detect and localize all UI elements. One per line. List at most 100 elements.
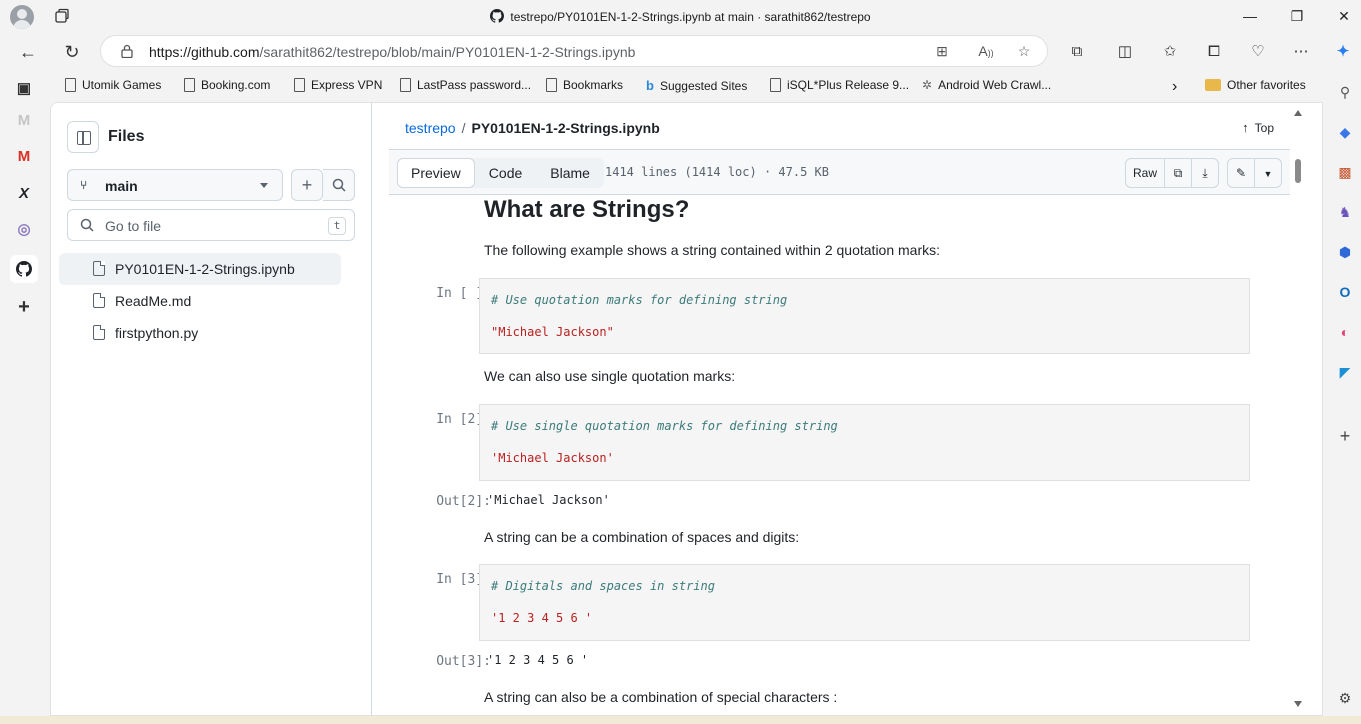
- pencil-icon: ✎: [1235, 166, 1247, 180]
- lock-icon[interactable]: [121, 44, 133, 58]
- cell-output-prompt: Out[2]:: [436, 494, 491, 509]
- code-string: 'Michael Jackson': [491, 451, 614, 465]
- settings-gear-icon[interactable]: ⚙: [1335, 688, 1355, 708]
- breadcrumb-file: PY0101EN-1-2-Strings.ipynb: [471, 120, 660, 136]
- split-screen-icon[interactable]: ◫: [1115, 42, 1135, 62]
- bookmark-label: Android Web Crawl...: [938, 78, 1052, 92]
- bookmark-item[interactable]: Booking.com: [184, 78, 270, 92]
- github-tab-icon[interactable]: [10, 255, 38, 283]
- close-window-button[interactable]: ✕: [1334, 6, 1354, 26]
- raw-button[interactable]: Raw: [1125, 158, 1165, 188]
- go-to-file-input[interactable]: Go to file t: [67, 209, 355, 241]
- bookmarks-overflow-chevron-icon[interactable]: ›: [1172, 78, 1177, 96]
- file-tree-sidebar: Files ⑂ main + Go to file t PY0101EN-1-2…: [51, 103, 372, 715]
- scroll-down-arrow-icon[interactable]: [1294, 701, 1302, 707]
- add-file-button[interactable]: +: [291, 169, 323, 201]
- bing-icon: b: [646, 78, 654, 93]
- bookmark-label: LastPass password...: [417, 78, 532, 92]
- crawler-icon: ✲: [922, 78, 933, 92]
- tools-icon[interactable]: ▩: [1335, 162, 1355, 182]
- page-icon: [65, 78, 76, 92]
- search-files-button[interactable]: [323, 169, 355, 201]
- designer-icon[interactable]: ◐: [1335, 322, 1355, 342]
- file-header: Preview Code Blame 1414 lines (1414 loc)…: [389, 149, 1290, 195]
- search-icon[interactable]: ⚲: [1335, 82, 1355, 102]
- file-name: firstpython.py: [115, 325, 199, 341]
- bookmark-item[interactable]: Bookmarks: [546, 78, 623, 92]
- gmail-icon[interactable]: M: [13, 146, 35, 168]
- markdown-paragraph: A string can also be a combination of sp…: [484, 689, 838, 705]
- file-tree-item[interactable]: ReadMe.md: [59, 285, 341, 317]
- bookmark-label: Bookmarks: [563, 78, 624, 92]
- bookmark-label: iSQL*Plus Release 9...: [787, 78, 910, 92]
- file-tree-item[interactable]: firstpython.py: [59, 317, 341, 349]
- search-icon: [332, 178, 346, 192]
- collections-icon[interactable]: ⧠: [1204, 42, 1224, 62]
- add-sidebar-app-icon[interactable]: +: [1335, 426, 1355, 446]
- branch-selector[interactable]: ⑂ main: [67, 169, 283, 201]
- app-available-icon[interactable]: ⊞: [933, 43, 951, 61]
- page-scrollbar[interactable]: [1291, 103, 1311, 715]
- bookmark-item[interactable]: Utomik Games: [65, 78, 161, 92]
- tab-strip-icon[interactable]: ▣: [13, 78, 35, 100]
- cell-output-prompt: Out[3]:: [436, 654, 491, 669]
- scrollbar-thumb[interactable]: [1295, 159, 1301, 183]
- read-aloud-icon[interactable]: A)): [977, 43, 995, 61]
- restore-button[interactable]: ❐: [1287, 6, 1307, 26]
- bookmark-folder[interactable]: Other favorites: [1205, 78, 1306, 92]
- bookmark-label: Utomik Games: [82, 78, 162, 92]
- favorites-icon[interactable]: ✩: [1160, 42, 1180, 62]
- shopping-tag-icon[interactable]: ◆: [1335, 122, 1355, 142]
- tab-preview[interactable]: Preview: [397, 158, 475, 188]
- breadcrumb-repo-link[interactable]: testrepo: [405, 120, 456, 136]
- more-menu-icon[interactable]: ⋯: [1291, 42, 1311, 62]
- games-icon[interactable]: ♞: [1335, 202, 1355, 222]
- bookmark-item[interactable]: LastPass password...: [400, 78, 531, 92]
- bookmark-item[interactable]: b Suggested Sites: [646, 78, 747, 93]
- outlook-icon[interactable]: O: [1335, 282, 1355, 302]
- view-mode-switch: Preview Code Blame: [397, 158, 604, 188]
- favorite-star-icon[interactable]: ☆: [1015, 43, 1033, 61]
- refresh-icon[interactable]: ↻: [61, 41, 83, 63]
- github-icon: [16, 261, 32, 277]
- markdown-paragraph: The following example shows a string con…: [484, 242, 941, 258]
- x-twitter-icon[interactable]: X: [13, 183, 35, 205]
- bookmark-item[interactable]: ✲ Android Web Crawl...: [922, 78, 1051, 92]
- send-icon[interactable]: ◤: [1335, 362, 1355, 382]
- copilot-app-icon[interactable]: ⬢: [1335, 242, 1355, 262]
- bookmark-item[interactable]: Express VPN: [294, 78, 382, 92]
- bookmark-item[interactable]: iSQL*Plus Release 9...: [770, 78, 909, 92]
- copy-raw-button[interactable]: ⧉: [1164, 158, 1192, 188]
- cell-output: '1 2 3 4 5 6 ': [487, 653, 589, 667]
- download-button[interactable]: ⤓: [1191, 158, 1219, 188]
- new-tab-icon[interactable]: +: [13, 296, 35, 318]
- title-bar: testrepo/PY0101EN-1-2-Strings.ipynb at m…: [0, 0, 1361, 33]
- back-to-top-button[interactable]: ↑ Top: [1242, 120, 1274, 135]
- tab-code[interactable]: Code: [475, 158, 536, 188]
- app-logo-icon[interactable]: ◎: [13, 219, 35, 241]
- address-bar[interactable]: https://github.com/sarathit862/testrepo/…: [100, 35, 1048, 67]
- gmail-icon[interactable]: M: [13, 110, 35, 132]
- edit-button[interactable]: ✎: [1227, 158, 1255, 188]
- tab-blame[interactable]: Blame: [536, 158, 604, 188]
- browser-essentials-icon[interactable]: ♡: [1248, 42, 1268, 62]
- download-icon: ⤓: [1202, 166, 1208, 180]
- code-cell: # Use quotation marks for defining strin…: [479, 278, 1250, 354]
- minimize-button[interactable]: —: [1240, 6, 1260, 26]
- page-icon: [184, 78, 195, 92]
- bookmark-label: Express VPN: [311, 78, 383, 92]
- scroll-up-arrow-icon[interactable]: [1294, 110, 1302, 116]
- back-icon[interactable]: ←: [17, 41, 39, 63]
- file-name: ReadMe.md: [115, 293, 192, 309]
- code-cell: # Digitals and spaces in string '1 2 3 4…: [479, 564, 1250, 641]
- bookmarks-bar: Utomik Games Booking.com Express VPN Las…: [50, 70, 1328, 102]
- edit-options-dropdown[interactable]: ▼: [1254, 158, 1282, 188]
- web-page: Files ⑂ main + Go to file t PY0101EN-1-2…: [50, 102, 1323, 716]
- extensions-icon[interactable]: ⧉: [1067, 42, 1087, 62]
- copilot-icon[interactable]: ✦: [1333, 42, 1353, 62]
- file-tree-item[interactable]: PY0101EN-1-2-Strings.ipynb: [59, 253, 341, 285]
- address-row: ← ↻ https://github.com/sarathit862/testr…: [0, 33, 1361, 70]
- collapse-sidebar-button[interactable]: [67, 121, 99, 153]
- url-text[interactable]: https://github.com/sarathit862/testrepo/…: [149, 44, 635, 60]
- page-icon: [294, 78, 305, 92]
